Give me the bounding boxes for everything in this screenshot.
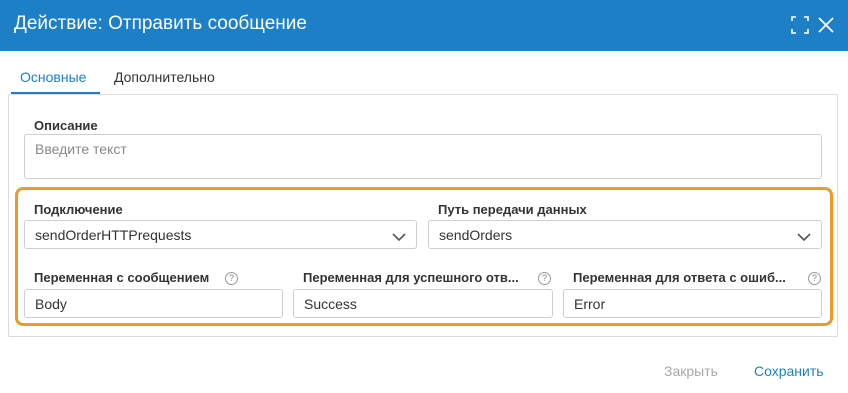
dialog-title: Действие: Отправить сообщение [14,13,307,34]
success-var-label: Переменная для успешного отв... [303,270,519,285]
tab-additional[interactable]: Дополнительно [114,69,215,85]
error-var-label: Переменная для ответа с ошиб... [573,270,786,285]
data-path-select[interactable]: sendOrders [428,220,822,249]
close-icon[interactable] [816,15,836,35]
connection-select[interactable]: sendOrderHTTPrequests [24,220,417,249]
error-var-value: Error [574,295,606,312]
description-label: Описание [34,118,98,133]
message-var-value: Body [35,295,67,312]
chevron-down-icon [392,233,406,241]
save-button[interactable]: Сохранить [754,363,824,379]
error-var-field[interactable]: Error [563,289,822,318]
tab-main[interactable]: Основные [20,69,86,85]
dialog-titlebar: Действие: Отправить сообщение [0,0,848,51]
connection-value: sendOrderHTTPrequests [35,226,192,243]
close-button[interactable]: Закрыть [664,363,718,379]
help-icon[interactable]: ? [225,272,238,285]
help-icon[interactable]: ? [808,272,821,285]
help-icon[interactable]: ? [538,272,551,285]
expand-icon[interactable] [790,15,810,35]
chevron-down-icon [797,233,811,241]
description-field[interactable] [24,134,822,179]
message-var-field[interactable]: Body [24,289,283,318]
success-var-value: Success [304,295,357,312]
message-var-label: Переменная с сообщением [34,270,210,285]
data-path-label: Путь передачи данных [438,202,587,217]
data-path-value: sendOrders [439,226,513,243]
connection-label: Подключение [34,202,123,217]
success-var-field[interactable]: Success [293,289,553,318]
